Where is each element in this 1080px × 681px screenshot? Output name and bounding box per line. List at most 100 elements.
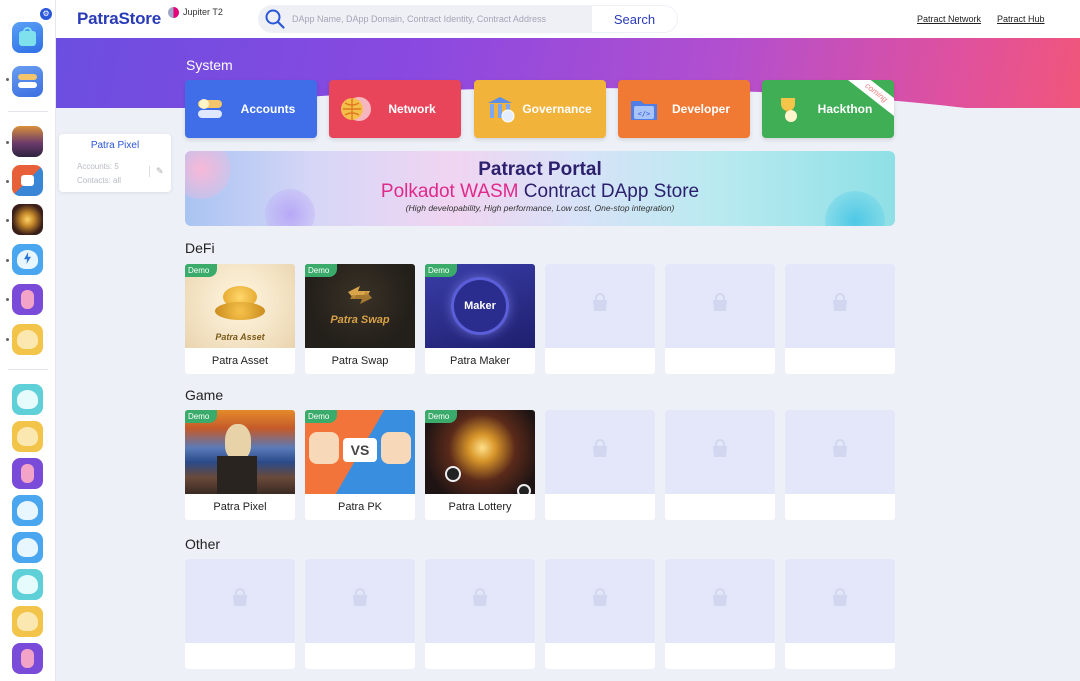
rail-app-icon[interactable] (12, 324, 43, 355)
placeholder-card (185, 559, 295, 669)
rail-dot (6, 219, 9, 222)
rail-app-store-icon[interactable] (12, 22, 43, 53)
portal-tagline: (High developability, High performance, … (405, 203, 675, 213)
dapp-card-patra-lottery[interactable]: Demo Patra Lottery (425, 410, 535, 520)
rail-dot (6, 259, 9, 262)
dapp-card-patra-swap[interactable]: Patra Swap Demo Patra Swap (305, 264, 415, 374)
placeholder-card (305, 559, 415, 669)
store-bag-icon (833, 439, 847, 457)
rail-app-icon[interactable] (12, 643, 43, 674)
store-bag-icon (593, 293, 607, 311)
rail-patra-pk-icon[interactable] (12, 165, 43, 196)
rail-app-icon[interactable] (12, 532, 43, 563)
patract-network-link[interactable]: Patract Network (917, 14, 981, 24)
demo-badge: Demo (185, 410, 218, 423)
rail-dot (6, 298, 9, 301)
dapp-card-patra-pk[interactable]: VS Demo Patra PK (305, 410, 415, 520)
rail-divider (8, 111, 48, 112)
store-bag-icon (713, 588, 727, 606)
placeholder-card (545, 559, 655, 669)
rail-elephant-icon[interactable] (12, 569, 43, 600)
demo-badge: Demo (305, 410, 338, 423)
dapp-card-patra-pixel[interactable]: Demo Patra Pixel (185, 410, 295, 520)
rail-elephant-icon[interactable] (12, 384, 43, 415)
dapp-name: Patra PK (337, 501, 383, 513)
rail-app-icon[interactable] (12, 458, 43, 489)
system-card-label: Accounts (240, 102, 296, 116)
search-bar: Search (258, 5, 678, 33)
system-card-accounts[interactable]: Accounts (185, 80, 317, 138)
rail-patra-lottery-icon[interactable] (12, 204, 43, 235)
patract-hub-link[interactable]: Patract Hub (997, 14, 1045, 24)
portal-banner[interactable]: Patract Portal Polkadot WASM Contract DA… (185, 151, 895, 226)
store-bag-icon (593, 588, 607, 606)
search-input[interactable] (292, 5, 592, 33)
rail-dot (6, 78, 9, 81)
placeholder-card (665, 410, 775, 520)
rail-dot (6, 141, 9, 144)
store-bag-icon (233, 588, 247, 606)
other-section-title: Other (185, 536, 221, 552)
portal-subtitle: Polkadot WASM Contract DApp Store (185, 181, 895, 203)
rail-dot (6, 338, 9, 341)
store-bag-icon (833, 293, 847, 311)
app-rail: ⚙ (0, 0, 56, 681)
store-bag-icon (713, 293, 727, 311)
network-icon[interactable] (168, 7, 179, 18)
placeholder-card (545, 410, 655, 520)
dapp-card-patra-asset[interactable]: Patra Asset Demo Patra Asset (185, 264, 295, 374)
placeholder-card (545, 264, 655, 374)
edit-icon[interactable]: ✎ (149, 166, 164, 177)
placeholder-card (785, 264, 895, 374)
rail-patra-pixel-icon[interactable] (12, 126, 43, 157)
dapp-name: Patra Maker (450, 355, 510, 367)
store-bag-icon (473, 588, 487, 606)
patra-swap-caption: Patra Swap (330, 314, 390, 326)
rail-app-icon[interactable] (12, 244, 43, 275)
system-card-governance[interactable]: Governance (474, 80, 606, 138)
placeholder-card (665, 264, 775, 374)
dapp-name: Patra Pixel (213, 501, 267, 513)
vs-badge: VS (343, 438, 377, 462)
dapp-card-patra-maker[interactable]: Maker Demo Patra Maker (425, 264, 535, 374)
rail-app-icon[interactable] (12, 495, 43, 526)
hover-card-title[interactable]: Patra Pixel (59, 140, 171, 151)
dapp-name: Patra Asset (211, 355, 269, 367)
rail-accounts-icon[interactable] (12, 66, 43, 97)
store-bag-icon (833, 588, 847, 606)
demo-badge: Demo (425, 264, 458, 277)
rail-divider (8, 369, 48, 370)
swap-arrows-icon (348, 286, 372, 304)
settings-gear-icon[interactable]: ⚙ (40, 8, 52, 20)
placeholder-card (665, 559, 775, 669)
placeholder-card (785, 410, 895, 520)
app-hover-card: Patra Pixel Accounts: 5 Contacts: all ✎ (59, 134, 171, 192)
portal-title: Patract Portal (478, 159, 602, 180)
store-bag-icon (713, 439, 727, 457)
patra-asset-caption: Patra Asset (215, 332, 265, 342)
system-card-label: Developer (671, 102, 731, 116)
dapp-name: Patra Lottery (448, 501, 512, 513)
defi-section-title: DeFi (185, 240, 215, 256)
rail-app-icon[interactable] (12, 421, 43, 452)
system-card-hackthon[interactable]: Hackthon coming (762, 80, 894, 138)
system-card-developer[interactable]: </> Developer (618, 80, 750, 138)
app-logo[interactable]: PatraStore (77, 9, 161, 29)
patra-maker-caption: Maker (464, 300, 496, 312)
rail-app-icon[interactable] (12, 284, 43, 315)
placeholder-card (785, 559, 895, 669)
search-button[interactable]: Search (591, 5, 678, 33)
system-section-title: System (186, 57, 233, 73)
rail-app-icon[interactable] (12, 606, 43, 637)
placeholder-card (425, 559, 535, 669)
demo-badge: Demo (305, 264, 338, 277)
demo-badge: Demo (185, 264, 218, 277)
system-card-network[interactable]: Network (329, 80, 461, 138)
system-card-label: Network (388, 102, 436, 116)
hover-card-contacts: Contacts: all (77, 176, 122, 185)
game-section-title: Game (185, 387, 224, 403)
network-label[interactable]: Jupiter T2 (183, 7, 223, 17)
search-icon (265, 9, 285, 29)
portal-subtitle-rest: Contract DApp Store (518, 181, 700, 202)
store-bag-icon (593, 439, 607, 457)
